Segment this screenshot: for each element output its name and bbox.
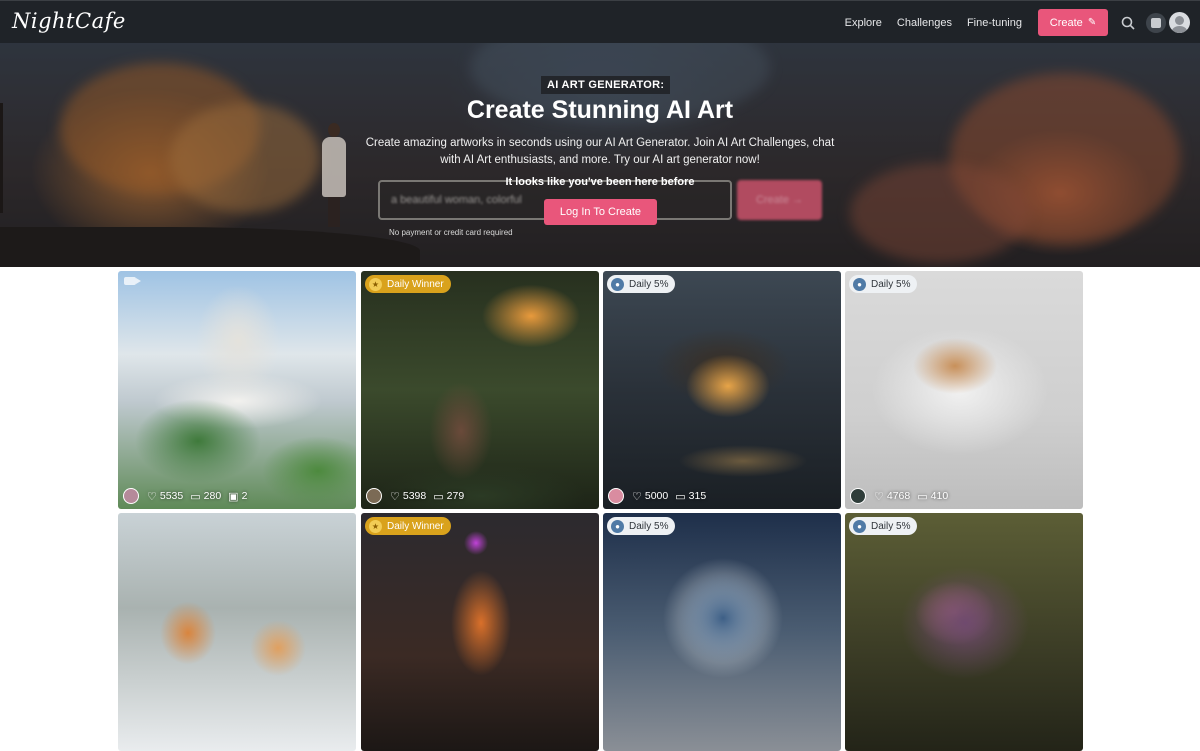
badge-label: Daily 5% (871, 278, 911, 290)
daily-top5-badge: ● Daily 5% (849, 517, 918, 535)
hero-banner: AI ART GENERATOR: Create Stunning AI Art… (0, 43, 1200, 267)
hero-description: Create amazing artworks in seconds using… (365, 137, 835, 166)
daily-winner-badge: ★ Daily Winner (365, 275, 451, 293)
comment-count: 280 (203, 490, 222, 502)
creator-avatar[interactable] (608, 488, 624, 504)
artwork-image (603, 271, 841, 509)
returning-notice: It looks like you've been here before (505, 176, 695, 188)
nightcafe-logo[interactable]: NightCafe (12, 9, 126, 33)
card-stats: ♡ 5000 ▭ 315 (608, 488, 713, 504)
card-stats: ♡ 5398 ▭ 279 (366, 488, 471, 504)
daily-top5-badge: ● Daily 5% (849, 275, 918, 293)
trophy-icon: ★ (369, 519, 382, 533)
card-stats: ♡ 5535 ▭ 280 ▣ 2 (123, 488, 254, 504)
nav-link-explore[interactable]: Explore (845, 17, 882, 29)
dice-icon[interactable] (1146, 12, 1166, 33)
badge-label: Daily 5% (871, 520, 911, 532)
comment-count: 279 (446, 490, 465, 502)
gallery-card[interactable]: ● Daily 5% ♡ 4768 ▭ 410 (845, 271, 1083, 509)
image-count: 2 (241, 490, 248, 502)
pencil-icon: ✎ (1087, 17, 1097, 28)
gallery-card[interactable]: ● Daily 5% ♡ 5000 ▭ 315 (603, 271, 841, 509)
video-icon (124, 277, 141, 285)
heart-icon[interactable]: ♡ (874, 490, 884, 503)
images-icon: ▣ (228, 490, 239, 503)
create-button[interactable]: Create ✎ (1038, 9, 1108, 36)
like-count: 5398 (402, 490, 427, 502)
medal-icon: ● (853, 519, 866, 533)
search-button[interactable] (1118, 13, 1138, 33)
daily-winner-badge: ★ Daily Winner (365, 517, 451, 535)
artwork-image (845, 271, 1083, 509)
creator-avatar[interactable] (850, 488, 866, 504)
creator-avatar[interactable] (123, 488, 139, 504)
artwork-image (603, 513, 841, 751)
like-count: 5535 (159, 490, 184, 502)
heart-icon[interactable]: ♡ (390, 490, 400, 503)
gallery-card[interactable] (118, 513, 356, 751)
artwork-image (118, 271, 356, 509)
badge-label: Daily Winner (387, 278, 444, 290)
nav-link-fine-tuning[interactable]: Fine-tuning (967, 17, 1022, 29)
nav-links: Explore Challenges Fine-tuning Create ✎ (845, 1, 1200, 44)
daily-top5-badge: ● Daily 5% (607, 275, 676, 293)
user-avatar[interactable] (1169, 12, 1190, 33)
badge-label: Daily 5% (629, 520, 669, 532)
artwork-image (118, 513, 356, 751)
card-stats: ♡ 4768 ▭ 410 (850, 488, 955, 504)
hero-title: Create Stunning AI Art (466, 96, 734, 124)
comment-count: 315 (688, 490, 707, 502)
creator-avatar[interactable] (366, 488, 382, 504)
badge-label: Daily Winner (387, 520, 444, 532)
comment-icon[interactable]: ▭ (675, 490, 685, 503)
badge-label: Daily 5% (629, 278, 669, 290)
comment-icon[interactable]: ▭ (433, 490, 443, 503)
medal-icon: ● (611, 277, 624, 291)
gallery-card[interactable]: ★ Daily Winner (361, 513, 599, 751)
gallery-card[interactable]: ★ Daily Winner ♡ 5398 ▭ 279 (361, 271, 599, 509)
top-nav: NightCafe Explore Challenges Fine-tuning… (0, 0, 1200, 43)
hero-tag: AI ART GENERATOR: (541, 76, 671, 94)
artwork-image (361, 271, 599, 509)
artwork-image (361, 513, 599, 751)
create-button-label: Create (1049, 16, 1083, 29)
comment-icon[interactable]: ▭ (190, 490, 200, 503)
gallery-card[interactable]: ● Daily 5% (845, 513, 1083, 751)
daily-top5-badge: ● Daily 5% (607, 517, 676, 535)
search-icon (1121, 16, 1135, 30)
nav-link-challenges[interactable]: Challenges (897, 17, 952, 29)
gallery-card[interactable]: ● Daily 5% (603, 513, 841, 751)
comment-icon[interactable]: ▭ (917, 490, 927, 503)
trophy-icon: ★ (369, 277, 382, 291)
gallery-card[interactable]: ♡ 5535 ▭ 280 ▣ 2 (118, 271, 356, 509)
like-count: 4768 (886, 490, 911, 502)
heart-icon[interactable]: ♡ (632, 490, 642, 503)
comment-count: 410 (930, 490, 949, 502)
prompt-placeholder: a beautiful woman, colorful (391, 194, 522, 206)
no-payment-note: No payment or credit card required (389, 228, 513, 237)
login-to-create-button[interactable]: Log In To Create (544, 199, 657, 225)
medal-icon: ● (853, 277, 866, 291)
heart-icon[interactable]: ♡ (147, 490, 157, 503)
medal-icon: ● (611, 519, 624, 533)
like-count: 5000 (644, 490, 669, 502)
artwork-image (845, 513, 1083, 751)
